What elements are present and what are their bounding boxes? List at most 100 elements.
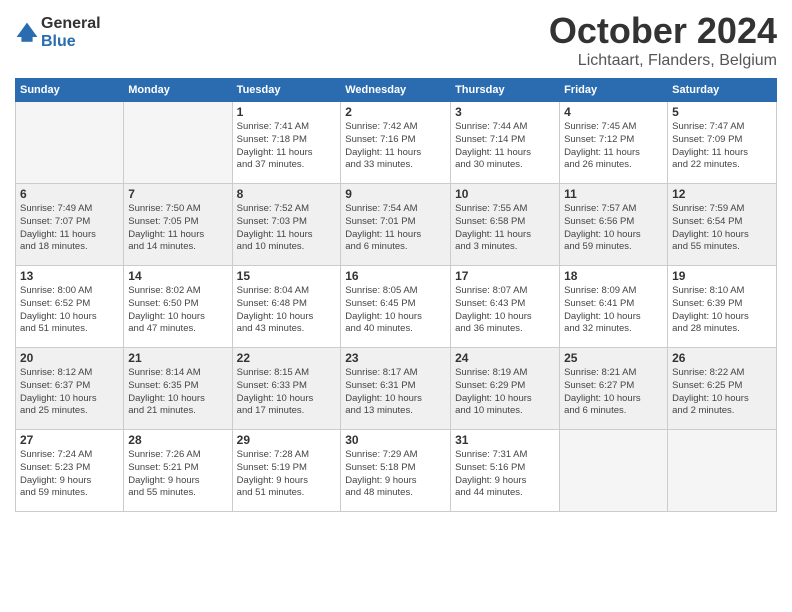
- calendar-day-cell: 26Sunrise: 8:22 AMSunset: 6:25 PMDayligh…: [668, 348, 777, 430]
- day-number: 11: [564, 187, 663, 201]
- day-number: 2: [345, 105, 446, 119]
- calendar-day-cell: 23Sunrise: 8:17 AMSunset: 6:31 PMDayligh…: [341, 348, 451, 430]
- calendar-day-cell: 25 Sunrise: 8:21 AMSunset: 6:27 PMDayligh…: [560, 348, 668, 430]
- day-info: Sunrise: 7:57 AMSunset: 6:56 PMDaylight:…: [564, 203, 663, 254]
- day-number: 17: [455, 269, 555, 283]
- calendar-day-cell: 31Sunrise: 7:31 AMSunset: 5:16 PMDayligh…: [451, 430, 560, 512]
- day-number: 16: [345, 269, 446, 283]
- logo: General Blue: [15, 15, 101, 51]
- day-info: Sunrise: 8:22 AMSunset: 6:25 PMDaylight:…: [672, 367, 772, 418]
- day-info: Sunrise: 8:19 AMSunset: 6:29 PMDaylight:…: [455, 367, 555, 418]
- day-number: 22: [237, 351, 337, 365]
- day-number: 9: [345, 187, 446, 201]
- calendar-day-cell: 18 Sunrise: 8:09 AMSunset: 6:41 PMDayligh…: [560, 266, 668, 348]
- day-info: Sunrise: 7:44 AMSunset: 7:14 PMDaylight:…: [455, 121, 555, 172]
- calendar-week-row: 20 Sunrise: 8:12 AMSunset: 6:37 PMDayligh…: [16, 348, 777, 430]
- calendar-day-cell: 14Sunrise: 8:02 AMSunset: 6:50 PMDayligh…: [124, 266, 232, 348]
- day-number: 4: [564, 105, 663, 119]
- calendar-container: General Blue October 2024 Lichtaart, Fla…: [0, 0, 792, 517]
- day-number: 27: [20, 433, 119, 447]
- calendar-day-cell: 3 Sunrise: 7:44 AMSunset: 7:14 PMDaylight…: [451, 102, 560, 184]
- header-section: General Blue October 2024 Lichtaart, Fla…: [15, 10, 777, 70]
- logo-text: General Blue: [41, 15, 101, 51]
- day-info: Sunrise: 8:15 AMSunset: 6:33 PMDaylight:…: [237, 367, 337, 418]
- calendar-day-cell: 24 Sunrise: 8:19 AMSunset: 6:29 PMDayligh…: [451, 348, 560, 430]
- location-title: Lichtaart, Flanders, Belgium: [549, 52, 777, 70]
- day-info: Sunrise: 7:28 AMSunset: 5:19 PMDaylight:…: [237, 449, 337, 500]
- day-info: Sunrise: 7:47 AMSunset: 7:09 PMDaylight:…: [672, 121, 772, 172]
- calendar-day-cell: 13 Sunrise: 8:00 AMSunset: 6:52 PMDayligh…: [16, 266, 124, 348]
- calendar-day-cell: 20 Sunrise: 8:12 AMSunset: 6:37 PMDayligh…: [16, 348, 124, 430]
- calendar-day-cell: 22 Sunrise: 8:15 AMSunset: 6:33 PMDayligh…: [232, 348, 341, 430]
- header-wednesday: Wednesday: [341, 79, 451, 102]
- day-number: 28: [128, 433, 227, 447]
- logo-icon: [15, 21, 39, 45]
- day-info: Sunrise: 7:49 AMSunset: 7:07 PMDaylight:…: [20, 203, 119, 254]
- day-number: 8: [237, 187, 337, 201]
- calendar-day-cell: 17Sunrise: 8:07 AMSunset: 6:43 PMDayligh…: [451, 266, 560, 348]
- day-info: Sunrise: 8:14 AMSunset: 6:35 PMDaylight:…: [128, 367, 227, 418]
- day-number: 13: [20, 269, 119, 283]
- title-section: October 2024 Lichtaart, Flanders, Belgiu…: [549, 10, 777, 70]
- calendar-week-row: 6 Sunrise: 7:49 AMSunset: 7:07 PMDaylight…: [16, 184, 777, 266]
- calendar-day-cell: 30Sunrise: 7:29 AMSunset: 5:18 PMDayligh…: [341, 430, 451, 512]
- calendar-day-cell: 21 Sunrise: 8:14 AMSunset: 6:35 PMDayligh…: [124, 348, 232, 430]
- calendar-day-cell: [668, 430, 777, 512]
- calendar-day-cell: 11 Sunrise: 7:57 AMSunset: 6:56 PMDayligh…: [560, 184, 668, 266]
- day-info: Sunrise: 8:17 AMSunset: 6:31 PMDaylight:…: [345, 367, 446, 418]
- calendar-week-row: 13 Sunrise: 8:00 AMSunset: 6:52 PMDayligh…: [16, 266, 777, 348]
- month-title: October 2024: [549, 10, 777, 52]
- day-number: 24: [455, 351, 555, 365]
- calendar-day-cell: 27 Sunrise: 7:24 AMSunset: 5:23 PMDayligh…: [16, 430, 124, 512]
- calendar-day-cell: 9 Sunrise: 7:54 AMSunset: 7:01 PMDaylight…: [341, 184, 451, 266]
- day-info: Sunrise: 8:02 AMSunset: 6:50 PMDaylight:…: [128, 285, 227, 336]
- calendar-day-cell: 15Sunrise: 8:04 AMSunset: 6:48 PMDayligh…: [232, 266, 341, 348]
- day-info: Sunrise: 7:29 AMSunset: 5:18 PMDaylight:…: [345, 449, 446, 500]
- day-number: 21: [128, 351, 227, 365]
- day-info: Sunrise: 8:00 AMSunset: 6:52 PMDaylight:…: [20, 285, 119, 336]
- header-monday: Monday: [124, 79, 232, 102]
- day-number: 31: [455, 433, 555, 447]
- header-tuesday: Tuesday: [232, 79, 341, 102]
- day-number: 5: [672, 105, 772, 119]
- day-info: Sunrise: 7:26 AMSunset: 5:21 PMDaylight:…: [128, 449, 227, 500]
- calendar-day-cell: [16, 102, 124, 184]
- day-info: Sunrise: 8:21 AMSunset: 6:27 PMDaylight:…: [564, 367, 663, 418]
- day-info: Sunrise: 7:59 AMSunset: 6:54 PMDaylight:…: [672, 203, 772, 254]
- calendar-day-cell: 10Sunrise: 7:55 AMSunset: 6:58 PMDayligh…: [451, 184, 560, 266]
- day-info: Sunrise: 8:09 AMSunset: 6:41 PMDaylight:…: [564, 285, 663, 336]
- day-info: Sunrise: 7:50 AMSunset: 7:05 PMDaylight:…: [128, 203, 227, 254]
- calendar-day-cell: 8 Sunrise: 7:52 AMSunset: 7:03 PMDaylight…: [232, 184, 341, 266]
- day-number: 10: [455, 187, 555, 201]
- day-number: 20: [20, 351, 119, 365]
- day-info: Sunrise: 7:52 AMSunset: 7:03 PMDaylight:…: [237, 203, 337, 254]
- calendar-week-row: 1 Sunrise: 7:41 AMSunset: 7:18 PMDaylight…: [16, 102, 777, 184]
- day-number: 18: [564, 269, 663, 283]
- day-number: 6: [20, 187, 119, 201]
- day-info: Sunrise: 7:42 AMSunset: 7:16 PMDaylight:…: [345, 121, 446, 172]
- day-number: 12: [672, 187, 772, 201]
- day-number: 25: [564, 351, 663, 365]
- calendar-day-cell: [124, 102, 232, 184]
- header-sunday: Sunday: [16, 79, 124, 102]
- day-info: Sunrise: 8:12 AMSunset: 6:37 PMDaylight:…: [20, 367, 119, 418]
- calendar-day-cell: 7Sunrise: 7:50 AMSunset: 7:05 PMDaylight…: [124, 184, 232, 266]
- calendar-day-cell: 2 Sunrise: 7:42 AMSunset: 7:16 PMDaylight…: [341, 102, 451, 184]
- calendar-day-cell: 1 Sunrise: 7:41 AMSunset: 7:18 PMDaylight…: [232, 102, 341, 184]
- day-info: Sunrise: 7:24 AMSunset: 5:23 PMDaylight:…: [20, 449, 119, 500]
- day-info: Sunrise: 8:05 AMSunset: 6:45 PMDaylight:…: [345, 285, 446, 336]
- calendar-day-cell: 12 Sunrise: 7:59 AMSunset: 6:54 PMDayligh…: [668, 184, 777, 266]
- calendar-header-row: SundayMondayTuesdayWednesdayThursdayFrid…: [16, 79, 777, 102]
- calendar-day-cell: 5 Sunrise: 7:47 AMSunset: 7:09 PMDaylight…: [668, 102, 777, 184]
- day-info: Sunrise: 8:04 AMSunset: 6:48 PMDaylight:…: [237, 285, 337, 336]
- day-number: 29: [237, 433, 337, 447]
- calendar-day-cell: 6 Sunrise: 7:49 AMSunset: 7:07 PMDaylight…: [16, 184, 124, 266]
- calendar-day-cell: 16 Sunrise: 8:05 AMSunset: 6:45 PMDayligh…: [341, 266, 451, 348]
- day-number: 19: [672, 269, 772, 283]
- header-friday: Friday: [560, 79, 668, 102]
- calendar-day-cell: [560, 430, 668, 512]
- day-info: Sunrise: 7:54 AMSunset: 7:01 PMDaylight:…: [345, 203, 446, 254]
- day-number: 3: [455, 105, 555, 119]
- day-info: Sunrise: 7:41 AMSunset: 7:18 PMDaylight:…: [237, 121, 337, 172]
- day-number: 1: [237, 105, 337, 119]
